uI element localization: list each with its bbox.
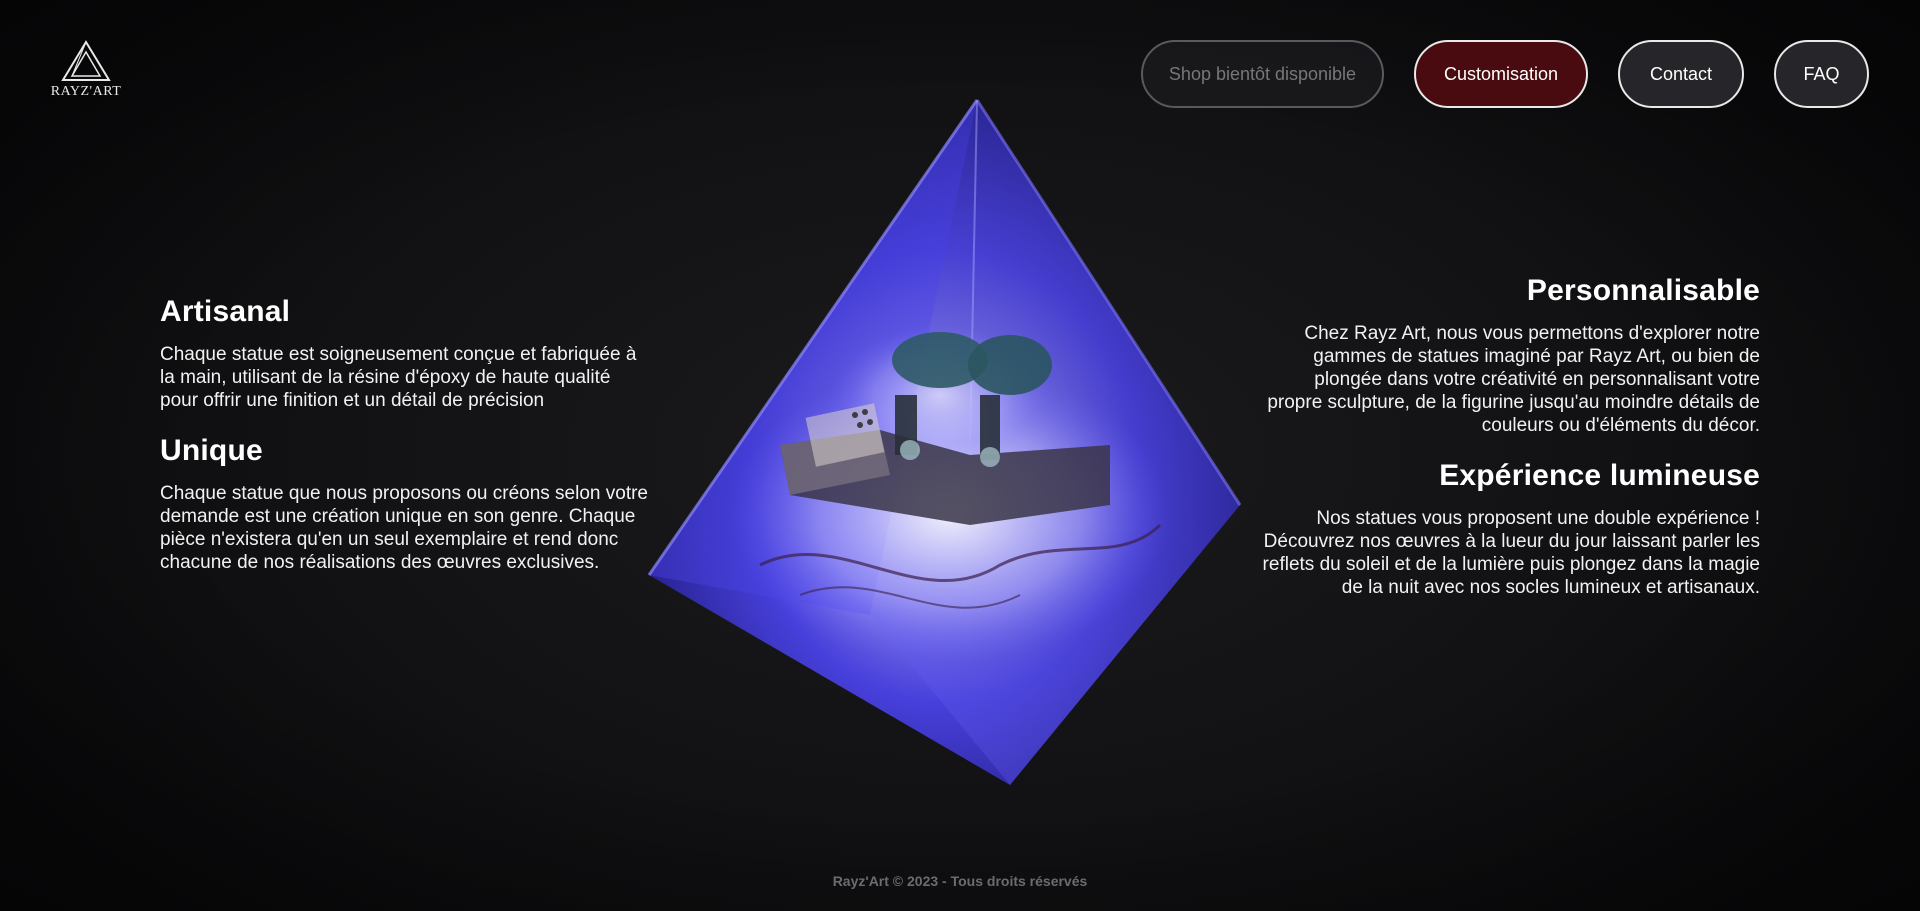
customisation-button[interactable]: Customisation — [1414, 40, 1588, 108]
feature-title: Personnalisable — [1526, 274, 1760, 307]
feature-experience-lumineuse: Expérience lumineuse Nos statues vous pr… — [1260, 459, 1760, 599]
contact-button[interactable]: Contact — [1618, 40, 1744, 108]
footer-copyright: Rayz'Art © 2023 - Tous droits réservés — [832, 873, 1088, 889]
feature-text: Chez Rayz Art, nous vous permettons d'ex… — [1267, 323, 1760, 436]
feature-text: Nos statues vous proposent une double ex… — [1262, 508, 1760, 598]
feature-personnalisable: Personnalisable Chez Rayz Art, nous vous… — [1260, 274, 1760, 437]
brand-logo[interactable]: RAYZ'ART — [50, 40, 122, 100]
feature-title: Artisanal — [160, 295, 291, 328]
feature-artisanal: Artisanal Chaque statue est soigneusemen… — [160, 295, 650, 412]
faq-button[interactable]: FAQ — [1774, 40, 1869, 108]
feature-text: Chaque statue que nous proposons ou créo… — [160, 483, 648, 573]
main-nav: Shop bientôt disponible Customisation Co… — [1141, 40, 1869, 108]
logo-text: RAYZ'ART — [50, 84, 122, 99]
feature-text: Chaque statue est soigneusement conçue e… — [160, 344, 637, 411]
feature-unique: Unique Chaque statue que nous proposons … — [160, 434, 650, 574]
feature-title: Unique — [160, 434, 263, 467]
triangle-logo-icon — [61, 40, 111, 81]
resin-pyramid-image — [640, 95, 1250, 795]
feature-title: Expérience lumineuse — [1439, 459, 1760, 492]
